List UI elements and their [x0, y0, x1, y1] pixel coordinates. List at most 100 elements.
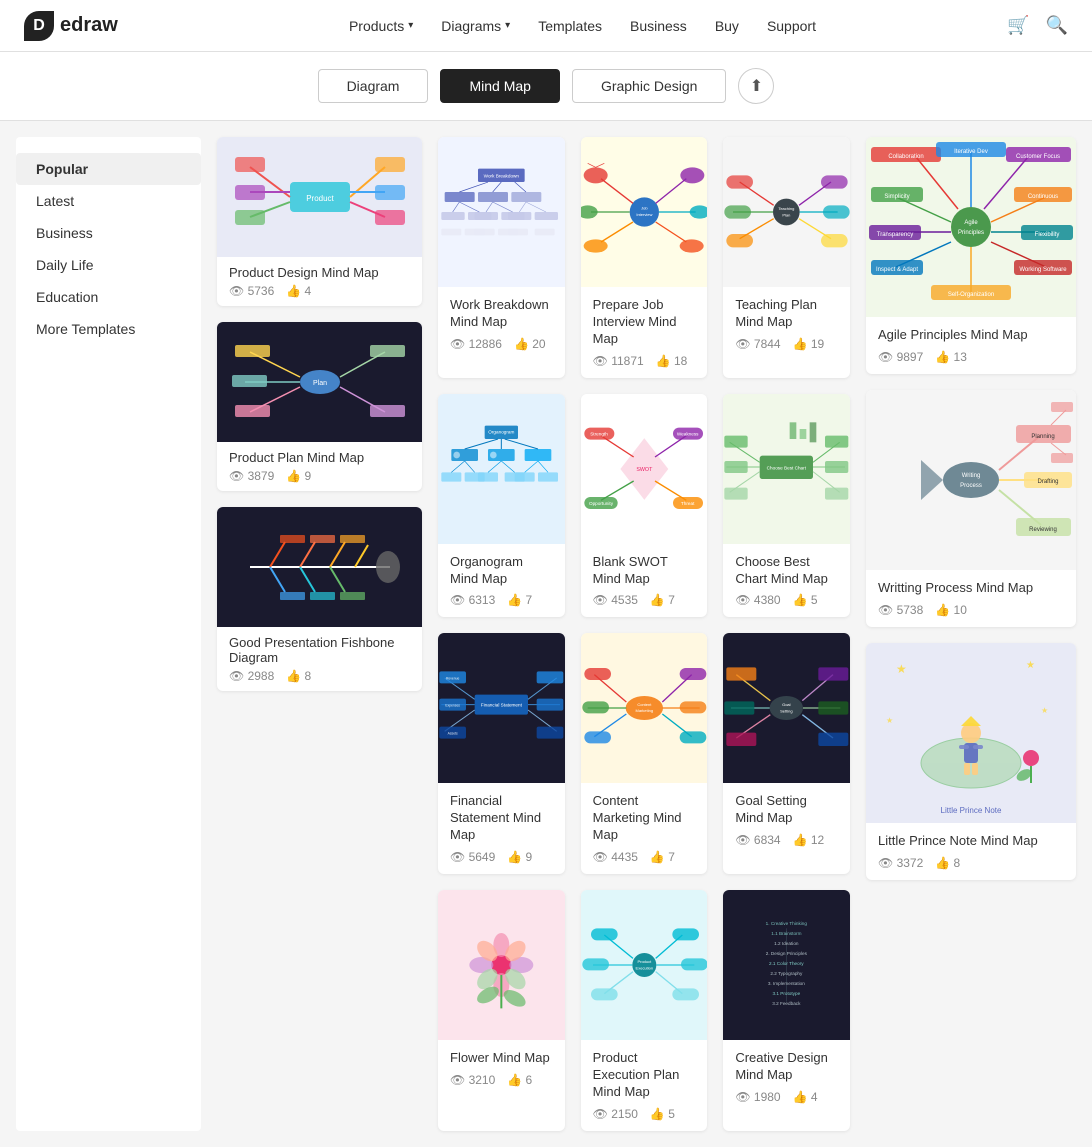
card-info: Good Presentation Fishbone Diagram 👁 298… — [217, 627, 422, 691]
card-swot[interactable]: SWOT Strength Weakness Opportunity — [581, 394, 708, 618]
svg-text:3.2 Feedback: 3.2 Feedback — [773, 1001, 802, 1006]
card-choose-chart[interactable]: Choose Best Chart — [723, 394, 850, 618]
svg-text:Job: Job — [641, 205, 648, 210]
nav-products[interactable]: Products ▾ — [349, 18, 413, 34]
svg-text:Opportunity: Opportunity — [589, 501, 614, 506]
svg-text:Little Prince Note: Little Prince Note — [941, 806, 1002, 815]
graphic-design-button[interactable]: Graphic Design — [572, 69, 727, 103]
card-title: Goal Setting Mind Map — [735, 793, 838, 827]
svg-text:Reviewing: Reviewing — [1029, 527, 1057, 533]
views: 👁 3372 — [878, 856, 923, 870]
card-info: Product Execution Plan Mind Map 👁 2150 👍… — [581, 1040, 708, 1131]
card-teaching-plan[interactable]: Teaching Plan — [723, 137, 850, 378]
likes: 👍 19 — [793, 337, 825, 351]
likes: 👍 8 — [286, 669, 311, 683]
thumb-svg — [230, 507, 410, 627]
card-organogram[interactable]: Organogram — [438, 394, 565, 618]
thumb-svg: 1. Creative Thinking 1.1 Brainstorm 1.2 … — [723, 890, 850, 1040]
likes: 👍 12 — [793, 833, 825, 847]
card-thumb: ★ ★ ★ ★ Little Prince Note — [866, 643, 1076, 823]
card-meta: 👁 3372 👍 8 — [878, 856, 1064, 870]
likes: 👍 9 — [286, 469, 311, 483]
nav-buy[interactable]: Buy — [715, 18, 739, 34]
card-thumb: Job Interview — [581, 137, 708, 287]
mind-map-button[interactable]: Mind Map — [440, 69, 559, 103]
svg-text:Organogram: Organogram — [488, 429, 514, 434]
views: 👁 5736 — [229, 284, 274, 298]
nav-templates[interactable]: Templates — [538, 18, 602, 34]
svg-text:Planning: Planning — [1031, 434, 1054, 440]
svg-text:1. Creative Thinking: 1. Creative Thinking — [766, 921, 808, 926]
card-title: Teaching Plan Mind Map — [735, 297, 838, 331]
sidebar-item-daily-life[interactable]: Daily Life — [16, 249, 201, 281]
logo[interactable]: D edraw — [24, 11, 118, 41]
card-thumb: Goal Setting — [723, 633, 850, 783]
card-meta: 👁 9897 👍 13 — [878, 350, 1064, 364]
sidebar-item-education[interactable]: Education — [16, 281, 201, 313]
sidebar-item-latest[interactable]: Latest — [16, 185, 201, 217]
svg-text:Flexibility: Flexibility — [1035, 232, 1060, 238]
nav-icons: 🛒 🔍 — [1007, 15, 1068, 36]
likes: 👍 7 — [650, 850, 675, 864]
thumb-svg: Financial Statement — [438, 633, 565, 783]
sidebar-item-business[interactable]: Business — [16, 217, 201, 249]
card-info: Choose Best Chart Mind Map 👁 4380 👍 5 — [723, 544, 850, 618]
svg-text:Execution: Execution — [635, 966, 653, 971]
card-info: Agile Principles Mind Map 👁 9897 👍 13 — [866, 317, 1076, 374]
card-title: Content Marketing Mind Map — [593, 793, 696, 844]
sidebar-item-popular[interactable]: Popular — [16, 153, 201, 185]
svg-text:Plan: Plan — [783, 213, 791, 218]
card-product-plan[interactable]: Plan Product Plan Mind Map — [217, 322, 422, 491]
svg-text:★: ★ — [886, 716, 893, 725]
card-agile[interactable]: Agile Principles Collaboration Iterative… — [866, 137, 1076, 374]
likes: 👍 9 — [507, 850, 532, 864]
card-flower[interactable]: Flower Mind Map 👁 3210 👍 6 — [438, 890, 565, 1131]
card-job-interview[interactable]: Job Interview — [581, 137, 708, 378]
card-title: Writting Process Mind Map — [878, 580, 1064, 597]
card-thumb: SWOT Strength Weakness Opportunity — [581, 394, 708, 544]
likes: 👍 10 — [935, 603, 967, 617]
svg-text:Working Software: Working Software — [1019, 267, 1067, 273]
card-thumb: 1. Creative Thinking 1.1 Brainstorm 1.2 … — [723, 890, 850, 1040]
main-content: Popular Latest Business Daily Life Educa… — [0, 121, 1092, 1147]
left-cards-column: Product — [217, 137, 422, 1131]
card-meta: 👁 7844 👍 19 — [735, 337, 838, 351]
svg-text:Interview: Interview — [636, 212, 652, 217]
card-financial[interactable]: Financial Statement — [438, 633, 565, 874]
cart-icon[interactable]: 🛒 — [1007, 15, 1029, 36]
diagram-button[interactable]: Diagram — [318, 69, 429, 103]
thumb-svg: Content Marketing — [581, 633, 708, 783]
svg-text:1.2 Ideation: 1.2 Ideation — [774, 941, 799, 946]
card-product-execution[interactable]: Product Execution — [581, 890, 708, 1131]
card-info: Writting Process Mind Map 👁 5738 👍 10 — [866, 570, 1076, 627]
svg-text:Customer Focus: Customer Focus — [1016, 154, 1060, 160]
svg-text:1.1 Brainstorm: 1.1 Brainstorm — [772, 931, 802, 936]
search-icon[interactable]: 🔍 — [1046, 15, 1068, 36]
card-creative-design[interactable]: 1. Creative Thinking 1.1 Brainstorm 1.2 … — [723, 890, 850, 1131]
svg-text:Assets: Assets — [448, 732, 458, 736]
views: 👁 5738 — [878, 603, 923, 617]
card-thumb: Agile Principles Collaboration Iterative… — [866, 137, 1076, 317]
card-content-marketing[interactable]: Content Marketing — [581, 633, 708, 874]
svg-text:2. Design Principles: 2. Design Principles — [766, 951, 808, 956]
card-little-prince[interactable]: ★ ★ ★ ★ Little Prince Note Little Prince… — [866, 643, 1076, 880]
views: 👁 1980 — [735, 1090, 780, 1104]
card-writing-process[interactable]: Writing Process Planning Drafting R — [866, 390, 1076, 627]
thumb-svg: Organogram — [438, 394, 565, 544]
sidebar-item-more-templates[interactable]: More Templates — [16, 313, 201, 345]
nav-diagrams[interactable]: Diagrams ▾ — [441, 18, 510, 34]
logo-text: edraw — [60, 14, 118, 37]
nav-business[interactable]: Business — [630, 18, 687, 34]
thumb-svg: Agile Principles Collaboration Iterative… — [866, 137, 1076, 317]
card-thumb: Financial Statement — [438, 633, 565, 783]
svg-text:Transparency: Transparency — [877, 232, 913, 238]
thumb-svg: Choose Best Chart — [723, 394, 850, 544]
card-goal-setting[interactable]: Goal Setting — [723, 633, 850, 874]
nav-support[interactable]: Support — [767, 18, 816, 34]
card-product-design[interactable]: Product — [217, 137, 422, 306]
card-work-breakdown[interactable]: Work Breakdown — [438, 137, 565, 378]
card-fishbone[interactable]: Good Presentation Fishbone Diagram 👁 298… — [217, 507, 422, 691]
likes: 👍 5 — [650, 1107, 675, 1121]
upload-button[interactable]: ⬆ — [738, 68, 774, 104]
views: 👁 12886 — [450, 337, 502, 351]
